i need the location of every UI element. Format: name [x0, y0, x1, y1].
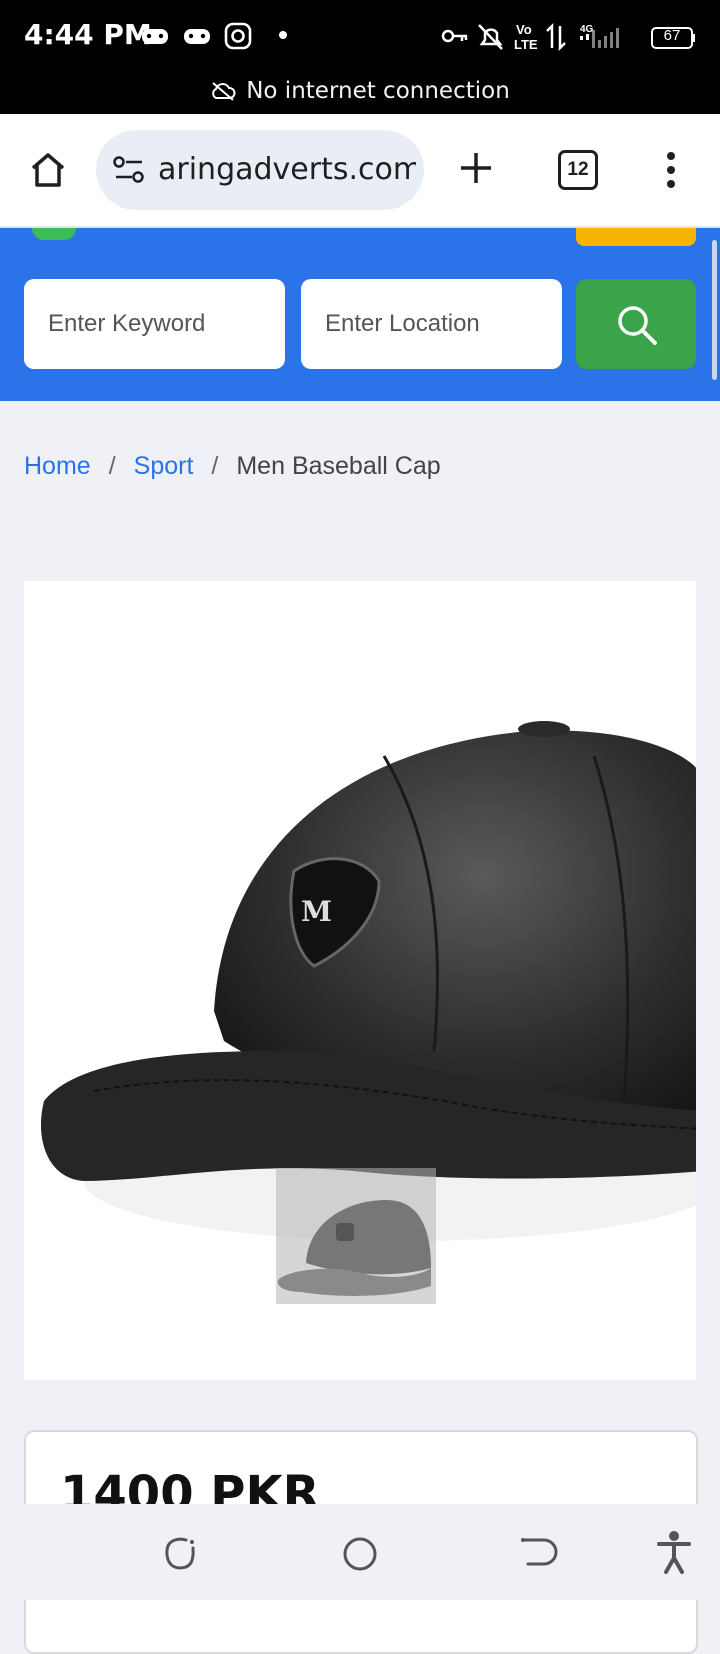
gamepad-icon: [142, 29, 168, 44]
thumbnail-cap-image: [277, 1200, 431, 1296]
battery-level: 67: [663, 27, 681, 44]
bell-off-icon: [478, 24, 503, 50]
home-icon[interactable]: [28, 150, 68, 190]
breadcrumb-separator: /: [108, 452, 116, 480]
notification-icons: [142, 22, 252, 50]
search-button[interactable]: [576, 279, 696, 369]
instagram-icon: [224, 22, 252, 50]
breadcrumb-current: Men Baseball Cap: [236, 452, 441, 480]
tab-switcher-button[interactable]: 12: [558, 150, 598, 190]
gamepad-icon: [184, 29, 210, 44]
address-bar[interactable]: aringadverts.com: [96, 130, 424, 210]
breadcrumb-home[interactable]: Home: [24, 452, 91, 480]
product-thumbnail[interactable]: [276, 1168, 436, 1304]
volte-icon: Vo: [516, 22, 532, 37]
browser-toolbar: aringadverts.com 12: [0, 114, 720, 228]
keyword-placeholder: Enter Keyword: [48, 310, 206, 337]
no-internet-banner: No internet connection: [0, 78, 720, 104]
site-settings-icon[interactable]: [112, 154, 146, 186]
keyword-input[interactable]: Enter Keyword: [24, 279, 285, 369]
page-scrollbar[interactable]: [712, 240, 717, 380]
whatsapp-button-partial[interactable]: [32, 228, 76, 240]
status-time: 4:44 PM: [24, 18, 152, 51]
svg-text:4G: 4G: [580, 24, 594, 35]
data-arrows-icon: [546, 22, 566, 52]
breadcrumb: Home / Sport / Men Baseball Cap: [24, 452, 441, 481]
dot-icon: [279, 31, 287, 39]
location-placeholder: Enter Location: [325, 310, 480, 337]
product-image-card[interactable]: M: [24, 581, 696, 1380]
system-nav-bar: [0, 1504, 720, 1600]
svg-text:LTE: LTE: [514, 37, 538, 52]
key-icon: [441, 29, 468, 43]
breadcrumb-separator: /: [211, 452, 219, 480]
back-icon[interactable]: [518, 1534, 558, 1574]
post-ad-button-partial[interactable]: [576, 228, 696, 246]
no-internet-text: No internet connection: [246, 78, 510, 104]
search-icon: [618, 306, 657, 345]
recent-apps-icon[interactable]: [160, 1534, 200, 1574]
breadcrumb-sport[interactable]: Sport: [134, 452, 194, 480]
accessibility-icon[interactable]: [656, 1530, 692, 1574]
location-input[interactable]: Enter Location: [301, 279, 562, 369]
url-text[interactable]: aringadverts.com: [158, 152, 416, 187]
new-tab-icon[interactable]: [458, 150, 494, 186]
more-menu-icon[interactable]: [664, 150, 678, 190]
signal-icon: 4G: [580, 24, 619, 48]
home-nav-icon[interactable]: [340, 1534, 380, 1574]
cap-logo: M: [301, 895, 332, 928]
status-bar: 4:44 PM Vo LTE 4G 67 No internet connect…: [0, 0, 720, 114]
cloud-off-icon: [212, 82, 236, 101]
